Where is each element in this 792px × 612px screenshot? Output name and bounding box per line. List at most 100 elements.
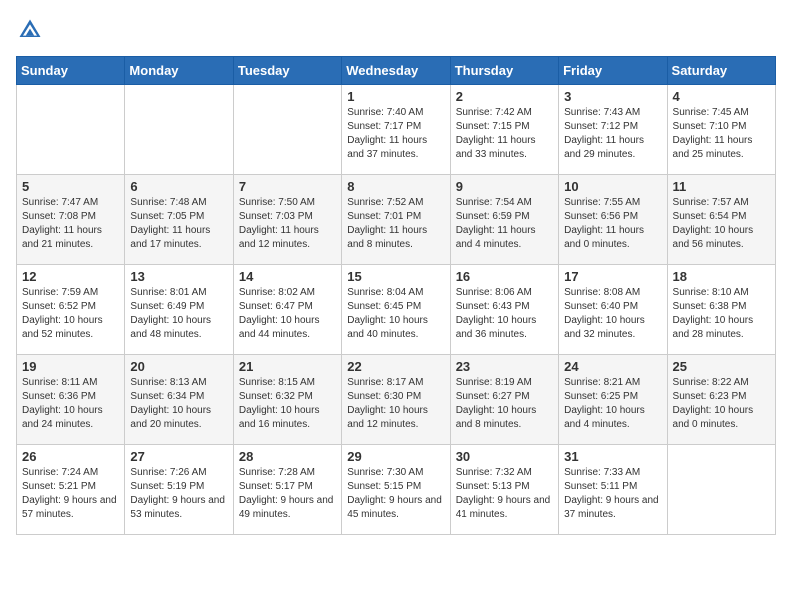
day-info: Sunrise: 8:11 AMSunset: 6:36 PMDaylight:… — [22, 376, 119, 432]
day-info: Sunrise: 7:32 AMSunset: 5:13 PMDaylight:… — [456, 466, 553, 522]
day-number: 23 — [456, 359, 553, 374]
day-number: 18 — [673, 269, 770, 284]
day-info: Sunrise: 7:54 AMSunset: 6:59 PMDaylight:… — [456, 196, 553, 252]
day-info: Sunrise: 8:22 AMSunset: 6:23 PMDaylight:… — [673, 376, 770, 432]
logo-icon — [16, 16, 44, 44]
weekday-header: Thursday — [450, 57, 558, 85]
day-number: 30 — [456, 449, 553, 464]
calendar-day-cell: 20 Sunrise: 8:13 AMSunset: 6:34 PMDaylig… — [125, 355, 233, 445]
day-info: Sunrise: 7:47 AMSunset: 7:08 PMDaylight:… — [22, 196, 119, 252]
day-info: Sunrise: 8:21 AMSunset: 6:25 PMDaylight:… — [564, 376, 661, 432]
day-info: Sunrise: 7:59 AMSunset: 6:52 PMDaylight:… — [22, 286, 119, 342]
day-info: Sunrise: 7:30 AMSunset: 5:15 PMDaylight:… — [347, 466, 444, 522]
day-number: 8 — [347, 179, 444, 194]
day-info: Sunrise: 7:33 AMSunset: 5:11 PMDaylight:… — [564, 466, 661, 522]
calendar-day-cell: 18 Sunrise: 8:10 AMSunset: 6:38 PMDaylig… — [667, 265, 775, 355]
calendar-day-cell: 28 Sunrise: 7:28 AMSunset: 5:17 PMDaylig… — [233, 445, 341, 535]
day-info: Sunrise: 7:45 AMSunset: 7:10 PMDaylight:… — [673, 106, 770, 162]
day-number: 22 — [347, 359, 444, 374]
calendar-day-cell: 25 Sunrise: 8:22 AMSunset: 6:23 PMDaylig… — [667, 355, 775, 445]
day-number: 17 — [564, 269, 661, 284]
calendar-day-cell: 8 Sunrise: 7:52 AMSunset: 7:01 PMDayligh… — [342, 175, 450, 265]
day-info: Sunrise: 8:04 AMSunset: 6:45 PMDaylight:… — [347, 286, 444, 342]
day-info: Sunrise: 7:55 AMSunset: 6:56 PMDaylight:… — [564, 196, 661, 252]
day-info: Sunrise: 8:08 AMSunset: 6:40 PMDaylight:… — [564, 286, 661, 342]
calendar-day-cell: 16 Sunrise: 8:06 AMSunset: 6:43 PMDaylig… — [450, 265, 558, 355]
calendar-day-cell: 10 Sunrise: 7:55 AMSunset: 6:56 PMDaylig… — [559, 175, 667, 265]
day-number: 9 — [456, 179, 553, 194]
calendar-day-cell — [667, 445, 775, 535]
day-number: 7 — [239, 179, 336, 194]
calendar-week-row: 26 Sunrise: 7:24 AMSunset: 5:21 PMDaylig… — [17, 445, 776, 535]
calendar-day-cell: 9 Sunrise: 7:54 AMSunset: 6:59 PMDayligh… — [450, 175, 558, 265]
day-info: Sunrise: 7:28 AMSunset: 5:17 PMDaylight:… — [239, 466, 336, 522]
calendar-day-cell: 26 Sunrise: 7:24 AMSunset: 5:21 PMDaylig… — [17, 445, 125, 535]
weekday-header: Wednesday — [342, 57, 450, 85]
weekday-header-row: SundayMondayTuesdayWednesdayThursdayFrid… — [17, 57, 776, 85]
day-info: Sunrise: 7:43 AMSunset: 7:12 PMDaylight:… — [564, 106, 661, 162]
day-number: 16 — [456, 269, 553, 284]
day-number: 6 — [130, 179, 227, 194]
day-number: 20 — [130, 359, 227, 374]
calendar-day-cell: 3 Sunrise: 7:43 AMSunset: 7:12 PMDayligh… — [559, 85, 667, 175]
day-number: 2 — [456, 89, 553, 104]
weekday-header: Saturday — [667, 57, 775, 85]
day-number: 5 — [22, 179, 119, 194]
calendar-day-cell: 17 Sunrise: 8:08 AMSunset: 6:40 PMDaylig… — [559, 265, 667, 355]
day-number: 24 — [564, 359, 661, 374]
calendar-day-cell: 31 Sunrise: 7:33 AMSunset: 5:11 PMDaylig… — [559, 445, 667, 535]
calendar-day-cell: 27 Sunrise: 7:26 AMSunset: 5:19 PMDaylig… — [125, 445, 233, 535]
day-info: Sunrise: 8:10 AMSunset: 6:38 PMDaylight:… — [673, 286, 770, 342]
day-number: 26 — [22, 449, 119, 464]
calendar-day-cell: 13 Sunrise: 8:01 AMSunset: 6:49 PMDaylig… — [125, 265, 233, 355]
calendar-day-cell: 29 Sunrise: 7:30 AMSunset: 5:15 PMDaylig… — [342, 445, 450, 535]
day-number: 12 — [22, 269, 119, 284]
day-info: Sunrise: 8:15 AMSunset: 6:32 PMDaylight:… — [239, 376, 336, 432]
day-info: Sunrise: 8:01 AMSunset: 6:49 PMDaylight:… — [130, 286, 227, 342]
calendar-day-cell: 19 Sunrise: 8:11 AMSunset: 6:36 PMDaylig… — [17, 355, 125, 445]
logo — [16, 16, 48, 44]
day-info: Sunrise: 8:13 AMSunset: 6:34 PMDaylight:… — [130, 376, 227, 432]
page-header — [16, 16, 776, 44]
day-number: 15 — [347, 269, 444, 284]
day-number: 31 — [564, 449, 661, 464]
weekday-header: Sunday — [17, 57, 125, 85]
weekday-header: Friday — [559, 57, 667, 85]
day-info: Sunrise: 7:52 AMSunset: 7:01 PMDaylight:… — [347, 196, 444, 252]
day-number: 14 — [239, 269, 336, 284]
calendar-day-cell: 6 Sunrise: 7:48 AMSunset: 7:05 PMDayligh… — [125, 175, 233, 265]
calendar-day-cell: 15 Sunrise: 8:04 AMSunset: 6:45 PMDaylig… — [342, 265, 450, 355]
day-number: 29 — [347, 449, 444, 464]
day-number: 10 — [564, 179, 661, 194]
day-info: Sunrise: 8:19 AMSunset: 6:27 PMDaylight:… — [456, 376, 553, 432]
calendar-day-cell: 4 Sunrise: 7:45 AMSunset: 7:10 PMDayligh… — [667, 85, 775, 175]
day-number: 3 — [564, 89, 661, 104]
day-info: Sunrise: 7:50 AMSunset: 7:03 PMDaylight:… — [239, 196, 336, 252]
day-number: 25 — [673, 359, 770, 374]
calendar-day-cell: 30 Sunrise: 7:32 AMSunset: 5:13 PMDaylig… — [450, 445, 558, 535]
calendar-day-cell — [125, 85, 233, 175]
day-info: Sunrise: 7:26 AMSunset: 5:19 PMDaylight:… — [130, 466, 227, 522]
day-number: 11 — [673, 179, 770, 194]
calendar-week-row: 1 Sunrise: 7:40 AMSunset: 7:17 PMDayligh… — [17, 85, 776, 175]
calendar-day-cell: 7 Sunrise: 7:50 AMSunset: 7:03 PMDayligh… — [233, 175, 341, 265]
calendar-day-cell: 24 Sunrise: 8:21 AMSunset: 6:25 PMDaylig… — [559, 355, 667, 445]
calendar-day-cell: 21 Sunrise: 8:15 AMSunset: 6:32 PMDaylig… — [233, 355, 341, 445]
day-number: 28 — [239, 449, 336, 464]
day-number: 27 — [130, 449, 227, 464]
day-number: 21 — [239, 359, 336, 374]
calendar-table: SundayMondayTuesdayWednesdayThursdayFrid… — [16, 56, 776, 535]
calendar-day-cell: 1 Sunrise: 7:40 AMSunset: 7:17 PMDayligh… — [342, 85, 450, 175]
day-number: 13 — [130, 269, 227, 284]
calendar-week-row: 12 Sunrise: 7:59 AMSunset: 6:52 PMDaylig… — [17, 265, 776, 355]
calendar-day-cell: 11 Sunrise: 7:57 AMSunset: 6:54 PMDaylig… — [667, 175, 775, 265]
calendar-day-cell: 23 Sunrise: 8:19 AMSunset: 6:27 PMDaylig… — [450, 355, 558, 445]
day-info: Sunrise: 7:40 AMSunset: 7:17 PMDaylight:… — [347, 106, 444, 162]
calendar-day-cell: 14 Sunrise: 8:02 AMSunset: 6:47 PMDaylig… — [233, 265, 341, 355]
day-info: Sunrise: 7:48 AMSunset: 7:05 PMDaylight:… — [130, 196, 227, 252]
day-info: Sunrise: 7:42 AMSunset: 7:15 PMDaylight:… — [456, 106, 553, 162]
weekday-header: Tuesday — [233, 57, 341, 85]
calendar-day-cell: 5 Sunrise: 7:47 AMSunset: 7:08 PMDayligh… — [17, 175, 125, 265]
day-info: Sunrise: 8:02 AMSunset: 6:47 PMDaylight:… — [239, 286, 336, 342]
day-number: 19 — [22, 359, 119, 374]
